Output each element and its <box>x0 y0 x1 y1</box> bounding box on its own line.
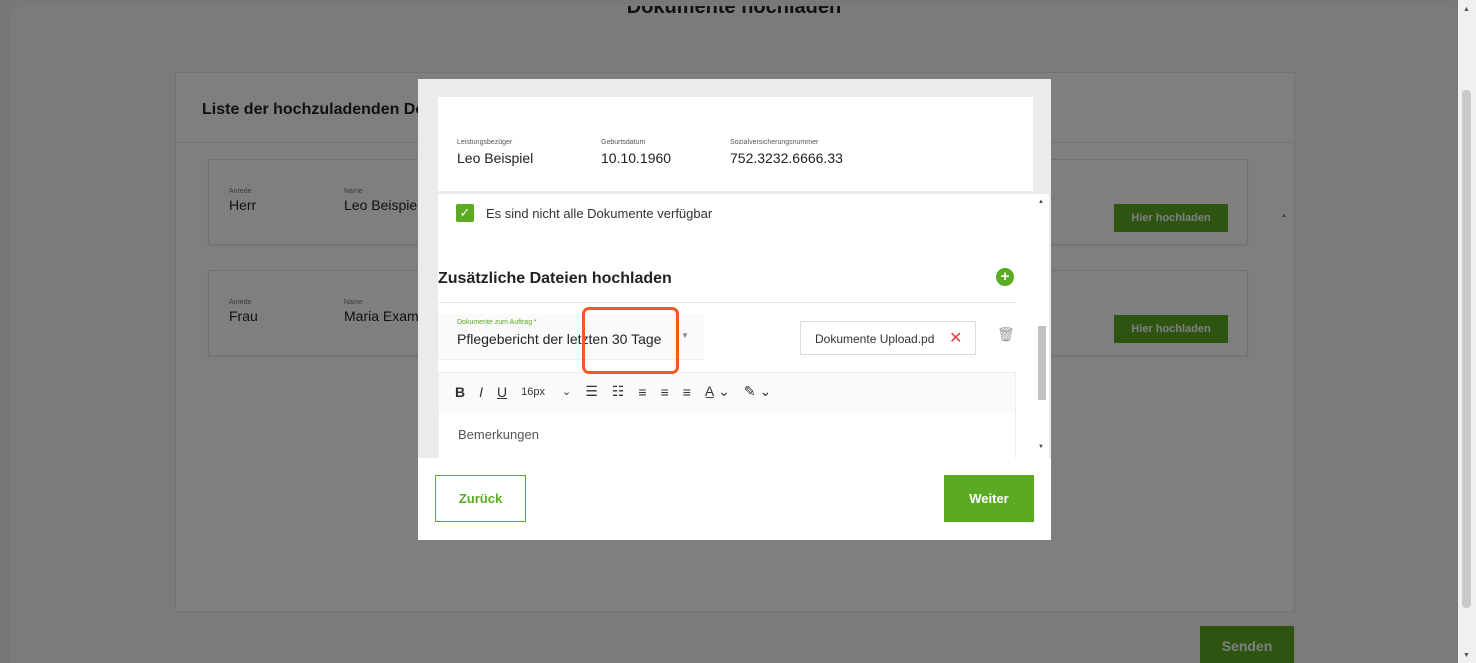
scroll-up-icon[interactable]: ▲ <box>1038 199 1044 205</box>
bold-button[interactable]: B <box>455 384 465 400</box>
recipient-info-card: Leistungsbezüger Leo Beispiel Geburtsdat… <box>438 97 1033 191</box>
align-center-icon[interactable]: ≡ <box>661 384 669 400</box>
chevron-down-icon[interactable]: ▼ <box>681 331 689 340</box>
highlight-annotation <box>582 307 679 374</box>
file-name: Dokumente Upload.pd <box>815 332 935 346</box>
highlight-color-icon[interactable]: ✎ ⌄ <box>744 383 771 400</box>
remarks-textarea[interactable]: Bemerkungen <box>439 413 1015 458</box>
align-left-icon[interactable]: ≡ <box>638 384 646 400</box>
upload-modal: Leistungsbezüger Leo Beispiel Geburtsdat… <box>418 79 1051 540</box>
next-button[interactable]: Weiter <box>944 475 1034 522</box>
modal-body: ✓ Es sind nicht alle Dokumente verfügbar… <box>438 194 1035 458</box>
editor-toolbar: B I U 16px ⌄ ☰ ☷ ≡ ≡ ≡ A̲ ⌄ ✎ ⌄ <box>455 383 785 400</box>
attached-file-chip: Dokumente Upload.pd ✕ <box>800 321 976 355</box>
scrollbar-thumb[interactable] <box>1038 326 1046 400</box>
divider <box>438 302 1016 303</box>
remarks-editor: B I U 16px ⌄ ☰ ☷ ≡ ≡ ≡ A̲ ⌄ ✎ ⌄ Bemerkun… <box>438 372 1016 458</box>
text-color-icon[interactable]: A̲ ⌄ <box>705 383 730 400</box>
bullet-list-icon[interactable]: ☰ <box>585 383 598 400</box>
recipient-value: Leo Beispiel <box>457 150 534 166</box>
underline-button[interactable]: U <box>497 384 507 400</box>
section-title: Zusätzliche Dateien hochladen <box>438 270 672 287</box>
remove-file-icon[interactable]: ✕ <box>949 328 962 348</box>
remarks-placeholder: Bemerkungen <box>458 427 539 442</box>
align-right-icon[interactable]: ≡ <box>683 384 691 400</box>
trash-icon[interactable]: 🗑 <box>997 326 1015 343</box>
page-scrollbar[interactable]: ▲ ▼ <box>1458 0 1476 663</box>
select-label: Dokumente zum Auftrag * <box>457 319 537 326</box>
birthdate-label: Geburtsdatum <box>601 139 646 146</box>
modal-scrollbar[interactable]: ▲ ▼ <box>1035 194 1049 458</box>
add-file-icon[interactable]: + <box>996 268 1014 286</box>
ssn-label: Sozialversicherungsnummer <box>730 139 819 146</box>
italic-button[interactable]: I <box>479 384 483 400</box>
ssn-value: 752.3232.6666.33 <box>730 150 843 166</box>
back-button[interactable]: Zurück <box>435 475 526 522</box>
scroll-down-icon[interactable]: ▼ <box>1038 444 1044 450</box>
checkbox-label: Es sind nicht alle Dokumente verfügbar <box>486 205 713 221</box>
scroll-down-icon[interactable]: ▼ <box>1463 652 1470 659</box>
birthdate-value: 10.10.1960 <box>601 150 672 166</box>
documents-unavailable-row[interactable]: ✓ Es sind nicht alle Dokumente verfügbar <box>456 204 712 222</box>
documents-unavailable-checkbox[interactable]: ✓ <box>456 204 474 222</box>
recipient-label: Leistungsbezüger <box>457 139 513 146</box>
font-size-select[interactable]: 16px ⌄ <box>521 385 571 398</box>
modal-footer: Zurück Weiter <box>418 458 1051 540</box>
scrollbar-thumb[interactable] <box>1462 90 1471 608</box>
numbered-list-icon[interactable]: ☷ <box>612 383 625 400</box>
scroll-up-icon[interactable]: ▲ <box>1463 6 1470 13</box>
